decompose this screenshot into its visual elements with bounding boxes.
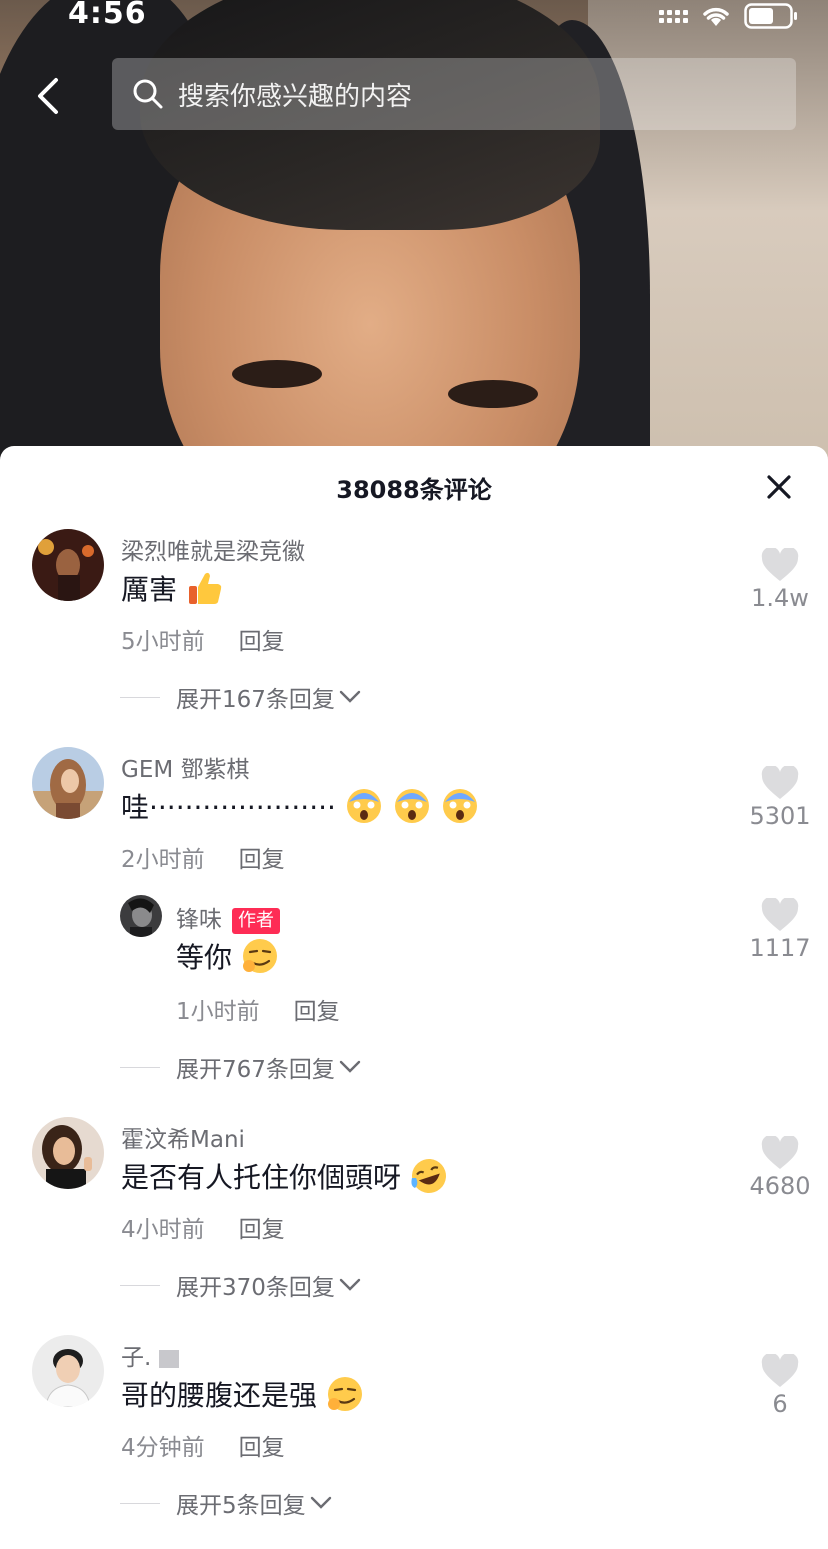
- search-icon: [133, 79, 163, 109]
- heart-icon: [761, 766, 799, 799]
- like-button[interactable]: 1.4w: [735, 548, 825, 612]
- reply-username: 锋味: [176, 907, 222, 933]
- comment-text: 哇·····················: [121, 786, 480, 826]
- expand-replies-label: 展开167条回复: [176, 687, 335, 713]
- comment-meta: 5小时前 回复: [121, 622, 285, 656]
- wifi-icon: [703, 7, 729, 26]
- comment-time: 1小时前: [176, 999, 260, 1025]
- comment-text: 哥的腰腹还是强: [121, 1374, 365, 1414]
- avatar[interactable]: [32, 1335, 104, 1407]
- comment-text-content: 厲害: [121, 573, 178, 606]
- avatar[interactable]: [32, 529, 104, 601]
- heart-icon: [761, 1136, 799, 1169]
- expand-replies-label: 展开370条回复: [176, 1275, 335, 1301]
- thumbs-up-icon: [189, 572, 222, 604]
- like-button[interactable]: 1117: [735, 898, 825, 962]
- comment-username[interactable]: 子.: [121, 1338, 180, 1372]
- avatar[interactable]: [32, 1117, 104, 1189]
- chevron-down-icon: [339, 1060, 361, 1073]
- like-count: 5301: [749, 802, 811, 830]
- comment-meta: 4分钟前 回复: [121, 1428, 285, 1462]
- comment-time: 4小时前: [121, 1217, 205, 1243]
- avatar[interactable]: [32, 747, 104, 819]
- laughing-tears-icon: [411, 1159, 447, 1193]
- like-count: 4680: [749, 1172, 811, 1200]
- masked-text: [159, 1349, 180, 1368]
- chevron-down-icon: [339, 1278, 361, 1291]
- comment-text-content: 等你: [176, 941, 233, 974]
- screaming-face-icon: [442, 789, 477, 823]
- divider-line: [120, 1284, 160, 1286]
- like-button[interactable]: 6: [735, 1354, 825, 1418]
- comment-count-title: 38088条评论: [336, 476, 492, 504]
- comment-text: 厲害: [121, 568, 225, 608]
- reply-button[interactable]: 回复: [294, 999, 340, 1025]
- comment-time: 5小时前: [121, 629, 205, 655]
- comment-meta: 2小时前 回复: [121, 840, 285, 874]
- comment-text-content: 是否有人托住你個頭呀: [121, 1161, 402, 1194]
- video-eye-right: [448, 380, 538, 408]
- heart-icon: [761, 898, 799, 931]
- like-count: 6: [772, 1390, 788, 1418]
- chevron-down-icon: [339, 690, 361, 703]
- back-button[interactable]: [24, 70, 72, 122]
- expand-replies-button[interactable]: 展开767条回复: [120, 1050, 361, 1084]
- expand-replies-label: 展开5条回复: [176, 1493, 306, 1519]
- comment-username[interactable]: 霍汶希Mani: [121, 1120, 245, 1154]
- screaming-face-icon: [346, 789, 381, 823]
- reply-button[interactable]: 回复: [239, 1435, 285, 1461]
- chevron-down-icon: [310, 1496, 331, 1509]
- comment-username[interactable]: GEM 鄧紫棋: [121, 750, 250, 784]
- reply-button[interactable]: 回复: [239, 629, 285, 655]
- reply-button[interactable]: 回复: [239, 847, 285, 873]
- comment-time: 4分钟前: [121, 1435, 205, 1461]
- comment-text-content: 哇·····················: [121, 791, 336, 824]
- status-bar: 4:56: [0, 0, 828, 40]
- like-button[interactable]: 5301: [735, 766, 825, 830]
- smirking-face-icon: [328, 1377, 363, 1411]
- chevron-left-icon: [38, 78, 58, 114]
- screaming-face-icon: [394, 789, 429, 823]
- comment-text: 是否有人托住你個頭呀: [121, 1156, 449, 1196]
- divider-line: [120, 1066, 160, 1068]
- expand-replies-label: 展开767条回复: [176, 1057, 335, 1083]
- battery-icon: [744, 3, 797, 29]
- close-button[interactable]: [764, 472, 794, 502]
- comment-username[interactable]: 梁烈唯就是梁竞徽: [121, 532, 305, 566]
- cellular-signal-icon: [659, 9, 688, 23]
- expand-replies-button[interactable]: 展开5条回复: [120, 1486, 332, 1520]
- search-placeholder: 搜索你感兴趣的内容: [178, 81, 413, 112]
- comment-meta: 4小时前 回复: [121, 1210, 285, 1244]
- comment-text: 等你: [176, 936, 280, 976]
- heart-icon: [761, 1354, 799, 1387]
- video-eye-left: [232, 360, 322, 388]
- comment-text-content: 哥的腰腹还是强: [121, 1379, 318, 1412]
- expand-replies-button[interactable]: 展开167条回复: [120, 680, 361, 714]
- heart-icon: [761, 548, 799, 581]
- comment-meta: 1小时前 回复: [176, 992, 340, 1026]
- like-count: 1.4w: [751, 584, 809, 612]
- author-badge: 作者: [232, 907, 280, 934]
- smirking-face-icon: [243, 939, 278, 973]
- avatar[interactable]: [120, 895, 162, 937]
- like-count: 1117: [749, 934, 811, 962]
- comment-username-text: 子.: [121, 1345, 152, 1371]
- comment-sheet: 38088条评论 梁烈唯就是梁竞徽 厲害 5小时前 回复 1.4w 展开167条…: [0, 446, 828, 1549]
- status-time: 4:56: [68, 0, 147, 31]
- divider-line: [120, 696, 160, 698]
- reply-button[interactable]: 回复: [239, 1217, 285, 1243]
- comment-time: 2小时前: [121, 847, 205, 873]
- comment-username[interactable]: 锋味 作者: [176, 900, 280, 934]
- like-button[interactable]: 4680: [735, 1136, 825, 1200]
- expand-replies-button[interactable]: 展开370条回复: [120, 1268, 361, 1302]
- search-bar[interactable]: 搜索你感兴趣的内容: [112, 58, 796, 130]
- divider-line: [120, 1502, 160, 1504]
- status-icons: [659, 2, 798, 30]
- close-icon: [767, 475, 791, 499]
